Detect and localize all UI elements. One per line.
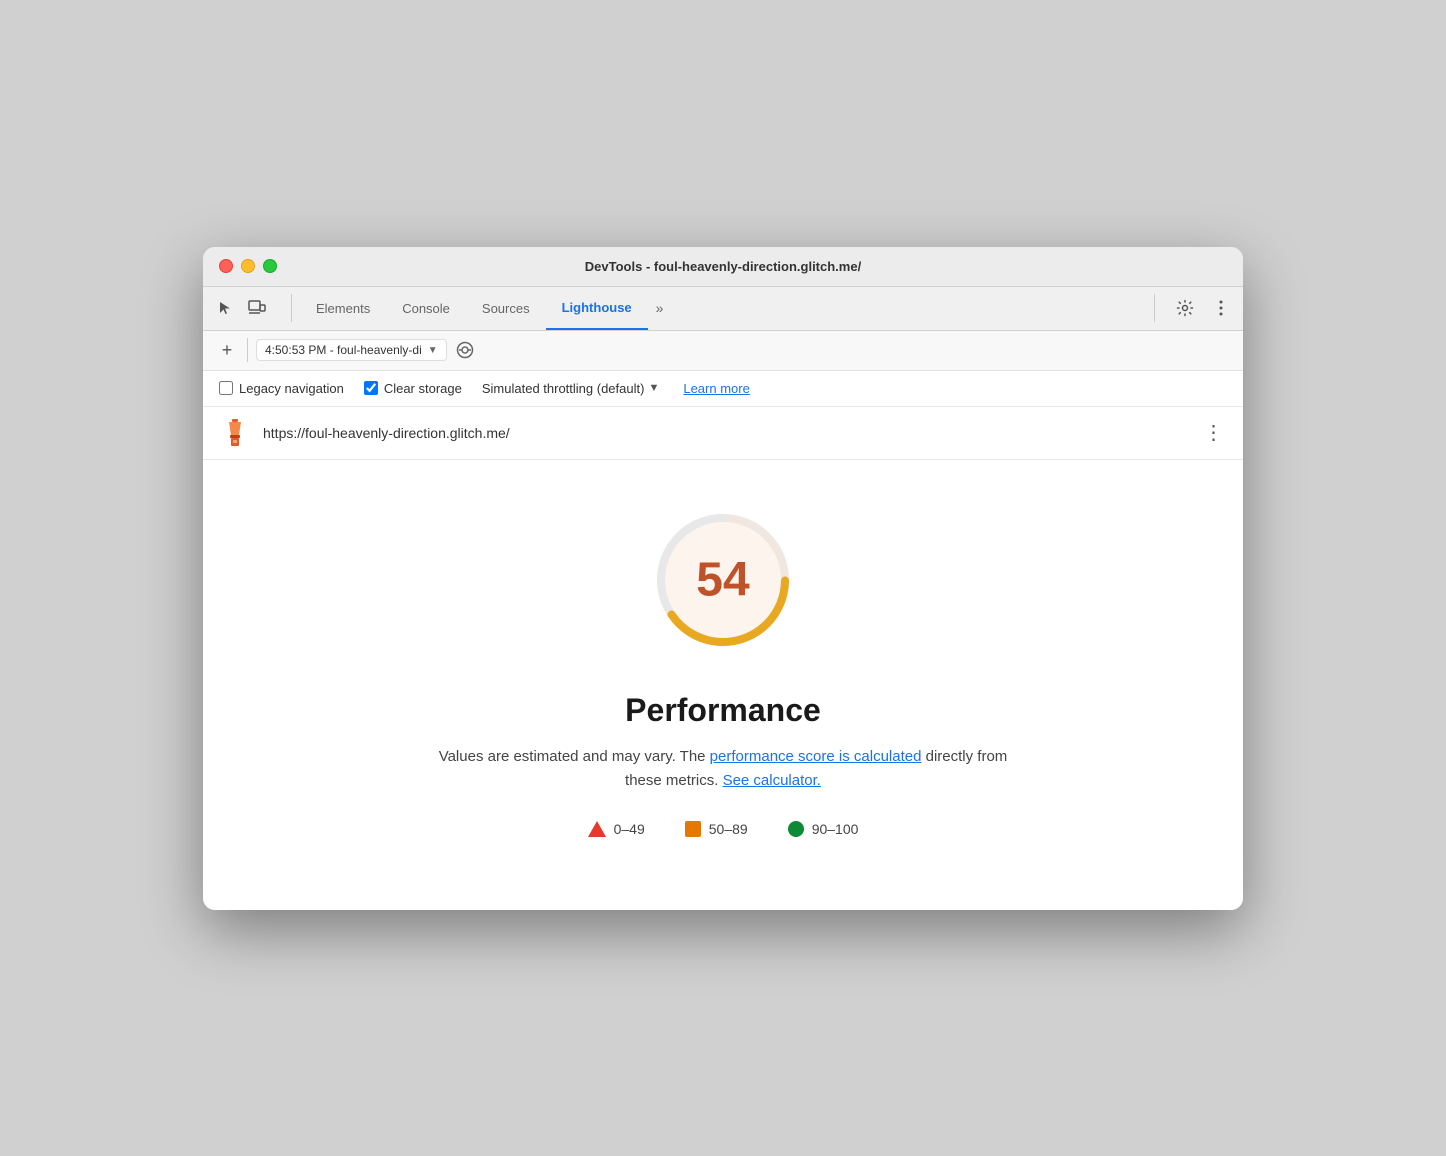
cursor-icon[interactable] [211,294,239,322]
tab-console[interactable]: Console [386,287,466,330]
chevron-down-icon: ▼ [428,345,438,356]
tab-overflow[interactable]: » [648,287,672,330]
score-gauge: 54 [643,500,803,660]
title-bar: DevTools - foul-heavenly-direction.glitc… [203,247,1243,287]
performance-description: Values are estimated and may vary. The p… [423,745,1023,793]
orange-square-icon [685,821,701,837]
session-url-pill[interactable]: 4:50:53 PM - foul-heavenly-di ▼ [256,339,447,361]
calculator-link[interactable]: See calculator. [723,772,821,789]
legend-item-orange: 50–89 [685,821,748,837]
score-legend: 0–49 50–89 90–100 [588,821,859,837]
window-title: DevTools - foul-heavenly-direction.glitc… [585,259,861,274]
traffic-lights [219,259,277,273]
tab-lighthouse[interactable]: Lighthouse [546,287,648,330]
green-circle-icon [788,821,804,837]
options-bar: Legacy navigation Clear storage Simulate… [203,371,1243,407]
performance-score: 54 [696,552,749,607]
minimize-button[interactable] [241,259,255,273]
main-content: 54 Performance Values are estimated and … [203,460,1243,910]
url-bar: https://foul-heavenly-direction.glitch.m… [203,407,1243,460]
legacy-navigation-checkbox-label[interactable]: Legacy navigation [219,381,344,396]
tab-sources[interactable]: Sources [466,287,546,330]
toolbar-icons [211,294,271,322]
throttling-label: Simulated throttling (default) ▼ [482,381,659,396]
more-options-icon[interactable] [1207,294,1235,322]
perf-score-link[interactable]: performance score is calculated [710,748,922,765]
block-requests-icon[interactable] [455,340,475,360]
clear-storage-checkbox-label[interactable]: Clear storage [364,381,462,396]
secondary-toolbar: + 4:50:53 PM - foul-heavenly-di ▼ [203,331,1243,371]
legend-item-green: 90–100 [788,821,859,837]
url-bar-more-icon[interactable]: ⋮ [1199,419,1227,447]
legacy-navigation-checkbox[interactable] [219,381,233,395]
tab-elements[interactable]: Elements [300,287,386,330]
responsive-icon[interactable] [243,294,271,322]
clear-storage-checkbox[interactable] [364,381,378,395]
lighthouse-logo-icon [219,417,251,449]
throttling-chevron-icon: ▼ [648,382,659,394]
close-button[interactable] [219,259,233,273]
sec-divider [247,338,248,362]
red-triangle-icon [588,821,606,837]
toolbar-divider [291,294,292,322]
maximize-button[interactable] [263,259,277,273]
toolbar-divider-right [1154,294,1155,322]
tab-list: Elements Console Sources Lighthouse » [300,287,1146,330]
settings-icon[interactable] [1171,294,1199,322]
add-session-button[interactable]: + [215,338,239,362]
devtools-toolbar: Elements Console Sources Lighthouse » [203,287,1243,331]
performance-title: Performance [625,692,821,729]
devtools-window: DevTools - foul-heavenly-direction.glitc… [203,247,1243,910]
audit-url: https://foul-heavenly-direction.glitch.m… [263,425,1187,441]
learn-more-link[interactable]: Learn more [683,381,749,396]
toolbar-right [1146,294,1235,322]
legend-item-red: 0–49 [588,821,645,837]
